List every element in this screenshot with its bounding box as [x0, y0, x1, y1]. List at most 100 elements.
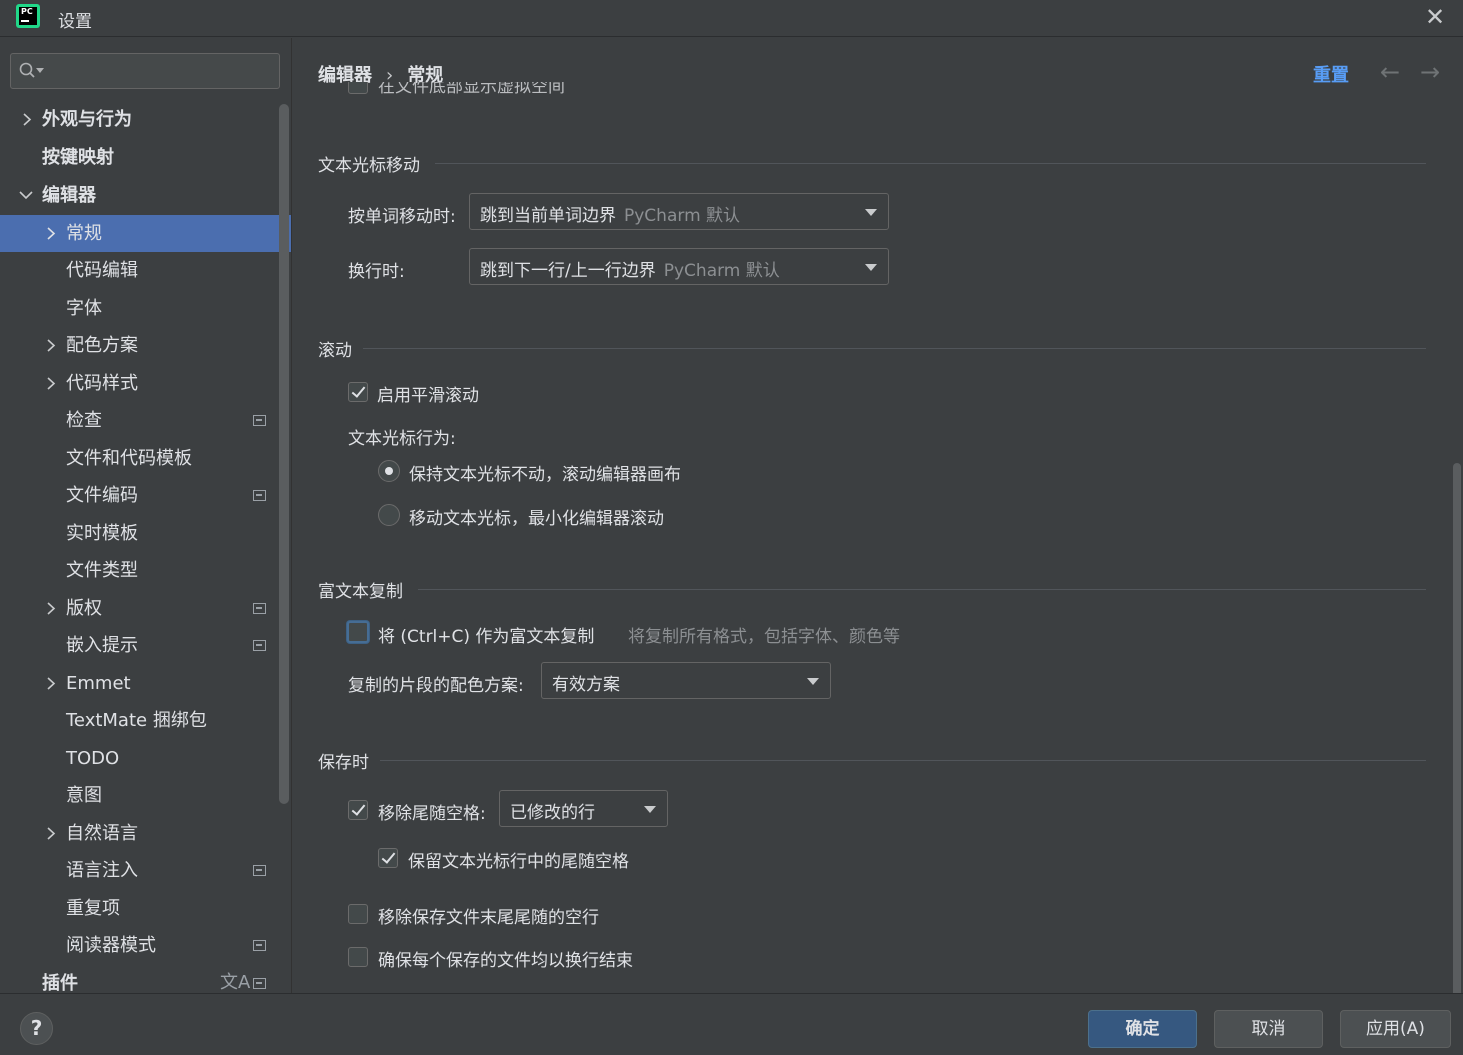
- chevron-right-icon[interactable]: [20, 101, 34, 138]
- line-move-label: 换行时:: [348, 262, 405, 282]
- sidebar-item-reader-mode[interactable]: 阅读器模式: [0, 927, 291, 964]
- chevron-down-icon: [865, 209, 877, 216]
- sidebar-item-intentions[interactable]: 意图: [0, 777, 291, 814]
- window-title: 设置: [58, 12, 92, 32]
- sidebar-item-file-templates[interactable]: 文件和代码模板: [0, 440, 291, 477]
- sidebar-item-label: 检查: [66, 410, 102, 431]
- copy-scheme-value: 有效方案: [552, 675, 620, 695]
- project-scope-icon: [253, 603, 266, 614]
- sidebar-item-color-scheme[interactable]: 配色方案: [0, 327, 291, 364]
- reset-link[interactable]: 重置: [1313, 61, 1349, 87]
- cancel-button[interactable]: 取消: [1214, 1010, 1323, 1048]
- sidebar-item-file-encodings[interactable]: 文件编码: [0, 477, 291, 514]
- sidebar-item-label: 按键映射: [42, 147, 114, 168]
- smooth-scroll-checkbox[interactable]: [348, 382, 368, 402]
- sidebar-item-label: 版权: [66, 598, 102, 619]
- copy-scheme-label: 复制的片段的配色方案:: [348, 676, 524, 696]
- content-scrollbar[interactable]: [1453, 463, 1461, 993]
- apply-button[interactable]: 应用(A): [1340, 1010, 1451, 1048]
- rich-copy-checkbox[interactable]: [347, 621, 369, 643]
- sidebar-item-label: 插件: [42, 973, 78, 993]
- sidebar-item-emmet[interactable]: Emmet: [0, 665, 291, 702]
- radio-keep-caret-label: 保持文本光标不动，滚动编辑器画布: [409, 465, 681, 485]
- sidebar-item-label: 常规: [66, 223, 102, 244]
- sidebar-item-keymap[interactable]: 按键映射: [0, 139, 291, 176]
- sidebar-scrollbar[interactable]: [279, 104, 289, 804]
- keep-caret-whitespace-checkbox[interactable]: [378, 848, 398, 868]
- radio-move-caret-label: 移动文本光标，最小化编辑器滚动: [409, 509, 664, 529]
- project-scope-icon: [253, 978, 266, 989]
- sidebar-item-file-types[interactable]: 文件类型: [0, 552, 291, 589]
- sidebar-item-label: 字体: [66, 298, 102, 319]
- dialog-footer: ? 确定 取消 应用(A): [0, 993, 1463, 1055]
- sidebar-item-plugins[interactable]: 插件 文A: [0, 965, 291, 993]
- sidebar-item-textmate[interactable]: TextMate 捆绑包: [0, 702, 291, 739]
- sidebar-item-label: 文件和代码模板: [66, 448, 192, 469]
- section-divider: [418, 589, 1426, 590]
- ok-button[interactable]: 确定: [1088, 1010, 1197, 1048]
- section-title-rich-copy: 富文本复制: [318, 582, 403, 602]
- search-input[interactable]: [10, 53, 280, 89]
- caret-behavior-label: 文本光标行为:: [348, 429, 456, 449]
- search-dropdown-icon[interactable]: [36, 68, 44, 74]
- remove-blank-lines-checkbox[interactable]: [348, 904, 368, 924]
- strip-trailing-value: 已修改的行: [510, 803, 595, 823]
- chevron-down-icon: [865, 264, 877, 271]
- radio-move-caret[interactable]: [378, 504, 400, 526]
- partial-option-label: 在文件底部显示虚拟空间: [378, 82, 565, 97]
- sidebar-item-code-editing[interactable]: 代码编辑: [0, 252, 291, 289]
- sidebar-item-copyright[interactable]: 版权: [0, 590, 291, 627]
- chevron-right-icon[interactable]: [44, 590, 58, 627]
- sidebar-item-label: 嵌入提示: [66, 635, 138, 656]
- section-title-scrolling: 滚动: [318, 341, 352, 361]
- sidebar-item-live-templates[interactable]: 实时模板: [0, 515, 291, 552]
- sidebar-item-inlay-hints[interactable]: 嵌入提示: [0, 627, 291, 664]
- sidebar-item-label: 外观与行为: [42, 109, 132, 130]
- strip-trailing-checkbox[interactable]: [348, 800, 368, 820]
- partial-checkbox[interactable]: [348, 82, 368, 94]
- chevron-right-icon[interactable]: [44, 215, 58, 252]
- chevron-right-icon[interactable]: [44, 327, 58, 364]
- chevron-right-icon[interactable]: [44, 815, 58, 852]
- word-move-dropdown[interactable]: 跳到当前单词边界 PyCharm 默认: [469, 193, 889, 230]
- rich-copy-label: 将 (Ctrl+C) 作为富文本复制: [378, 627, 595, 647]
- close-icon[interactable]: ✕: [1420, 2, 1450, 32]
- sidebar-item-code-style[interactable]: 代码样式: [0, 365, 291, 402]
- sidebar-item-appearance[interactable]: 外观与行为: [0, 101, 291, 138]
- copy-scheme-dropdown[interactable]: 有效方案: [541, 662, 831, 699]
- help-button[interactable]: ?: [20, 1012, 53, 1045]
- sidebar-item-general[interactable]: 常规: [0, 215, 291, 252]
- word-move-hint: PyCharm 默认: [624, 206, 741, 226]
- forward-arrow-icon[interactable]: →: [1420, 58, 1440, 86]
- word-move-value: 跳到当前单词边界: [480, 206, 616, 226]
- sidebar-item-inspections[interactable]: 检查: [0, 402, 291, 439]
- project-scope-icon: [253, 940, 266, 951]
- project-scope-icon: [253, 640, 266, 651]
- pycharm-logo-icon: PC: [16, 4, 40, 28]
- chevron-down-icon[interactable]: [19, 177, 33, 214]
- translate-icon: 文A: [220, 972, 251, 993]
- strip-trailing-dropdown[interactable]: 已修改的行: [499, 790, 668, 827]
- rich-copy-hint: 将复制所有格式，包括字体、颜色等: [628, 627, 900, 647]
- line-move-dropdown[interactable]: 跳到下一行/上一行边界 PyCharm 默认: [469, 248, 889, 285]
- smooth-scroll-label: 启用平滑滚动: [377, 386, 479, 406]
- project-scope-icon: [253, 865, 266, 876]
- sidebar-item-editor[interactable]: 编辑器: [0, 177, 291, 214]
- sidebar-item-label: 文件编码: [66, 485, 138, 506]
- line-move-hint: PyCharm 默认: [663, 261, 780, 281]
- section-divider: [380, 760, 1426, 761]
- radio-keep-caret[interactable]: [378, 460, 400, 482]
- sidebar-item-label: TextMate 捆绑包: [66, 710, 207, 731]
- sidebar-item-natural-languages[interactable]: 自然语言: [0, 815, 291, 852]
- section-title-caret-movement: 文本光标移动: [318, 156, 420, 176]
- sidebar-item-font[interactable]: 字体: [0, 290, 291, 327]
- sidebar-item-language-injections[interactable]: 语言注入: [0, 852, 291, 889]
- sidebar-item-todo[interactable]: TODO: [0, 740, 291, 777]
- chevron-right-icon[interactable]: [44, 665, 58, 702]
- sidebar-item-label: 编辑器: [42, 185, 96, 206]
- ensure-newline-checkbox[interactable]: [348, 947, 368, 967]
- chevron-right-icon[interactable]: [44, 365, 58, 402]
- sidebar-item-label: 重复项: [66, 898, 120, 919]
- sidebar-item-duplicates[interactable]: 重复项: [0, 890, 291, 927]
- back-arrow-icon[interactable]: ←: [1380, 58, 1400, 86]
